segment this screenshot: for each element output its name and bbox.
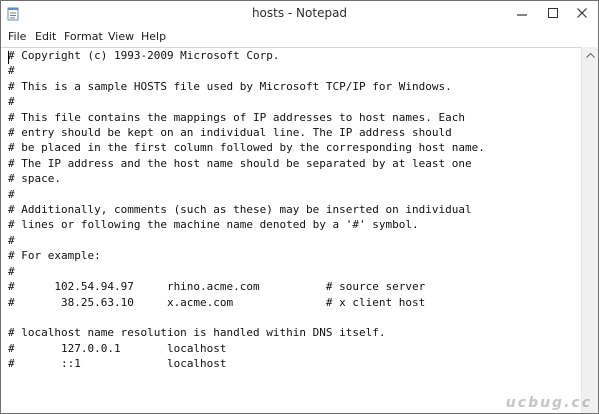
scroll-up-button[interactable] — [582, 47, 598, 64]
watermark-text: ucbug.cc — [505, 395, 592, 411]
close-icon — [577, 8, 587, 18]
menu-format[interactable]: Format — [64, 29, 103, 45]
maximize-button[interactable] — [538, 1, 568, 25]
menu-view[interactable]: View — [108, 29, 134, 45]
minimize-button[interactable] — [507, 1, 537, 25]
menu-bar: File Edit Format View Help — [1, 28, 598, 46]
chevron-up-icon — [586, 53, 595, 58]
maximize-icon — [548, 8, 558, 18]
vertical-scrollbar[interactable] — [581, 47, 598, 413]
text-editor[interactable]: # Copyright (c) 1993-2009 Microsoft Corp… — [1, 47, 581, 413]
text-caret — [8, 51, 9, 64]
menu-help[interactable]: Help — [141, 29, 166, 45]
menu-edit[interactable]: Edit — [35, 29, 56, 45]
close-button[interactable] — [567, 1, 597, 25]
document-text[interactable]: # Copyright (c) 1993-2009 Microsoft Corp… — [8, 48, 485, 372]
menu-file[interactable]: File — [8, 29, 26, 45]
minimize-icon — [517, 14, 527, 16]
notepad-window: hosts - Notepad File Edit Format View He… — [0, 0, 599, 414]
title-bar[interactable]: hosts - Notepad — [1, 1, 598, 27]
